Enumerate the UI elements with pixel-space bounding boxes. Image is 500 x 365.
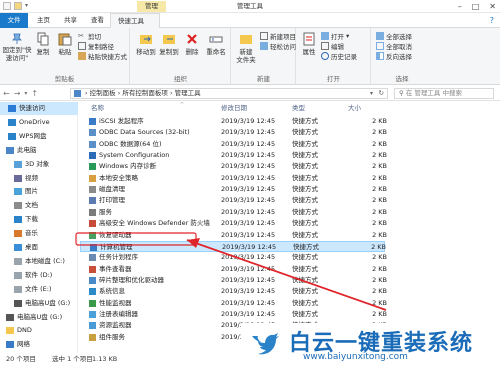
explorer-window: ▾ 管理 管理工具 – □ ✕ 文件 主页 共享 查看 快速工具 ? 固定到"快…: [0, 0, 500, 365]
watermark-url: www.baiyunxitong.com: [303, 352, 408, 362]
watermark-logo: 白云一键重装系统 www.baiyunxitong.com: [241, 323, 497, 365]
annotation-arrow: [75, 232, 387, 311]
twitter-bird-icon: [252, 333, 279, 355]
